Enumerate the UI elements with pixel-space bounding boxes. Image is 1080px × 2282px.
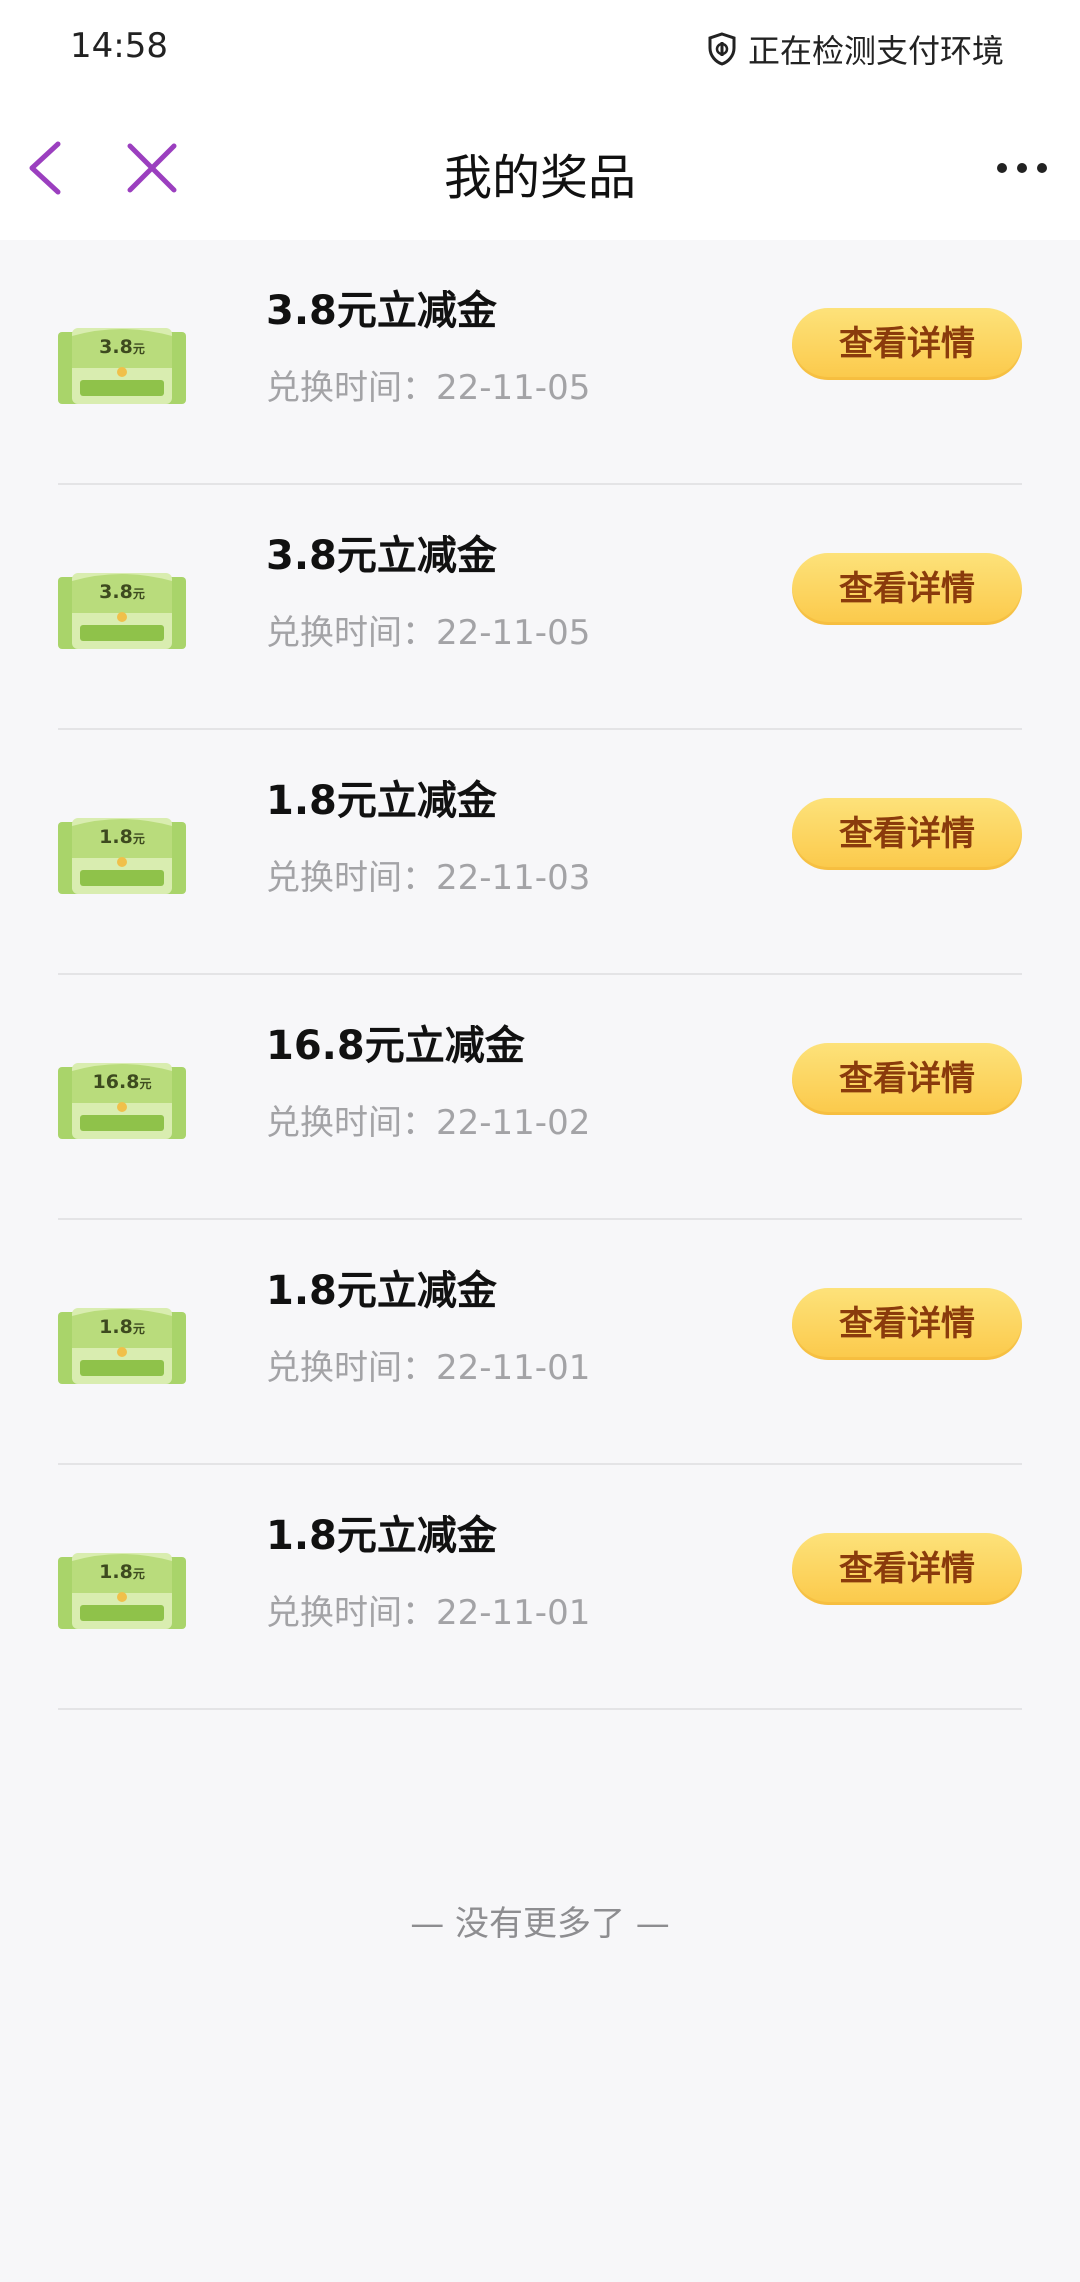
chevron-left-icon[interactable]	[22, 138, 68, 198]
wechat-coupon-icon: 1.8元	[58, 1308, 186, 1384]
more-icon[interactable]	[994, 156, 1050, 180]
prize-title: 1.8元立减金	[266, 1268, 497, 1314]
prize-title: 1.8元立减金	[266, 1513, 497, 1559]
exchange-time: 兑换时间：22-11-01	[266, 1340, 590, 1389]
prize-title: 1.8元立减金	[266, 778, 497, 824]
prize-list: 3.8元 3.8元立减金 兑换时间：22-11-05 查看详情 3.8元 3.8…	[0, 240, 1080, 1710]
payment-status-text: 正在检测支付环境	[747, 32, 1004, 70]
status-bar: 14:58 正在检测支付环境	[0, 0, 1080, 96]
prize-item: 3.8元 3.8元立减金 兑换时间：22-11-05 查看详情	[0, 240, 1080, 485]
exchange-time-label: 兑换时间：	[266, 368, 436, 408]
exchange-time-value: 22-11-05	[436, 368, 591, 408]
coupon-value: 16.8	[92, 1071, 140, 1093]
wechat-coupon-icon: 1.8元	[58, 818, 186, 894]
prize-item: 1.8元 1.8元立减金 兑换时间：22-11-01 查看详情	[0, 1465, 1080, 1710]
view-details-button[interactable]: 查看详情	[792, 1288, 1022, 1360]
wechat-coupon-icon: 3.8元	[58, 573, 186, 649]
exchange-time-label: 兑换时间：	[266, 858, 436, 898]
prize-item: 3.8元 3.8元立减金 兑换时间：22-11-05 查看详情	[0, 485, 1080, 730]
exchange-time-label: 兑换时间：	[266, 1348, 436, 1388]
divider	[58, 1708, 1022, 1710]
view-details-button[interactable]: 查看详情	[792, 1533, 1022, 1605]
wechat-coupon-icon: 16.8元	[58, 1063, 186, 1139]
prize-item: 16.8元 16.8元立减金 兑换时间：22-11-02 查看详情	[0, 975, 1080, 1220]
exchange-time: 兑换时间：22-11-02	[266, 1095, 590, 1144]
coupon-unit: 元	[132, 832, 145, 846]
coupon-unit: 元	[139, 1077, 152, 1091]
coupon-value: 1.8	[99, 1561, 133, 1583]
payment-status: 正在检测支付环境	[706, 26, 1004, 72]
coupon-unit: 元	[132, 587, 145, 601]
prize-title: 3.8元立减金	[266, 533, 497, 579]
view-details-button[interactable]: 查看详情	[792, 308, 1022, 380]
exchange-time-label: 兑换时间：	[266, 1103, 436, 1143]
exchange-time-value: 22-11-02	[436, 1103, 591, 1143]
coupon-unit: 元	[132, 1567, 145, 1581]
prize-item: 1.8元 1.8元立减金 兑换时间：22-11-01 查看详情	[0, 1220, 1080, 1465]
close-icon[interactable]	[124, 140, 180, 196]
coupon-unit: 元	[132, 1322, 145, 1336]
shield-icon	[708, 32, 736, 66]
view-details-button[interactable]: 查看详情	[792, 1043, 1022, 1115]
coupon-value: 3.8	[99, 581, 133, 603]
prize-title: 16.8元立减金	[266, 1023, 525, 1069]
prize-title: 3.8元立减金	[266, 288, 497, 334]
exchange-time-label: 兑换时间：	[266, 613, 436, 653]
exchange-time-value: 22-11-03	[436, 858, 591, 898]
exchange-time: 兑换时间：22-11-05	[266, 360, 590, 409]
exchange-time: 兑换时间：22-11-05	[266, 605, 590, 654]
exchange-time-label: 兑换时间：	[266, 1593, 436, 1633]
exchange-time-value: 22-11-01	[436, 1593, 591, 1633]
exchange-time: 兑换时间：22-11-03	[266, 850, 590, 899]
status-time: 14:58	[70, 26, 168, 66]
exchange-time-value: 22-11-05	[436, 613, 591, 653]
coupon-value: 3.8	[99, 336, 133, 358]
prize-item: 1.8元 1.8元立减金 兑换时间：22-11-03 查看详情	[0, 730, 1080, 975]
no-more-text: — 没有更多了 —	[410, 1904, 670, 1944]
view-details-button[interactable]: 查看详情	[792, 553, 1022, 625]
wechat-coupon-icon: 3.8元	[58, 328, 186, 404]
coupon-value: 1.8	[99, 826, 133, 848]
wechat-coupon-icon: 1.8元	[58, 1553, 186, 1629]
coupon-unit: 元	[132, 342, 145, 356]
coupon-value: 1.8	[99, 1316, 133, 1338]
view-details-button[interactable]: 查看详情	[792, 798, 1022, 870]
exchange-time-value: 22-11-01	[436, 1348, 591, 1388]
nav-bar: 我的奖品	[0, 96, 1080, 240]
exchange-time: 兑换时间：22-11-01	[266, 1585, 590, 1634]
